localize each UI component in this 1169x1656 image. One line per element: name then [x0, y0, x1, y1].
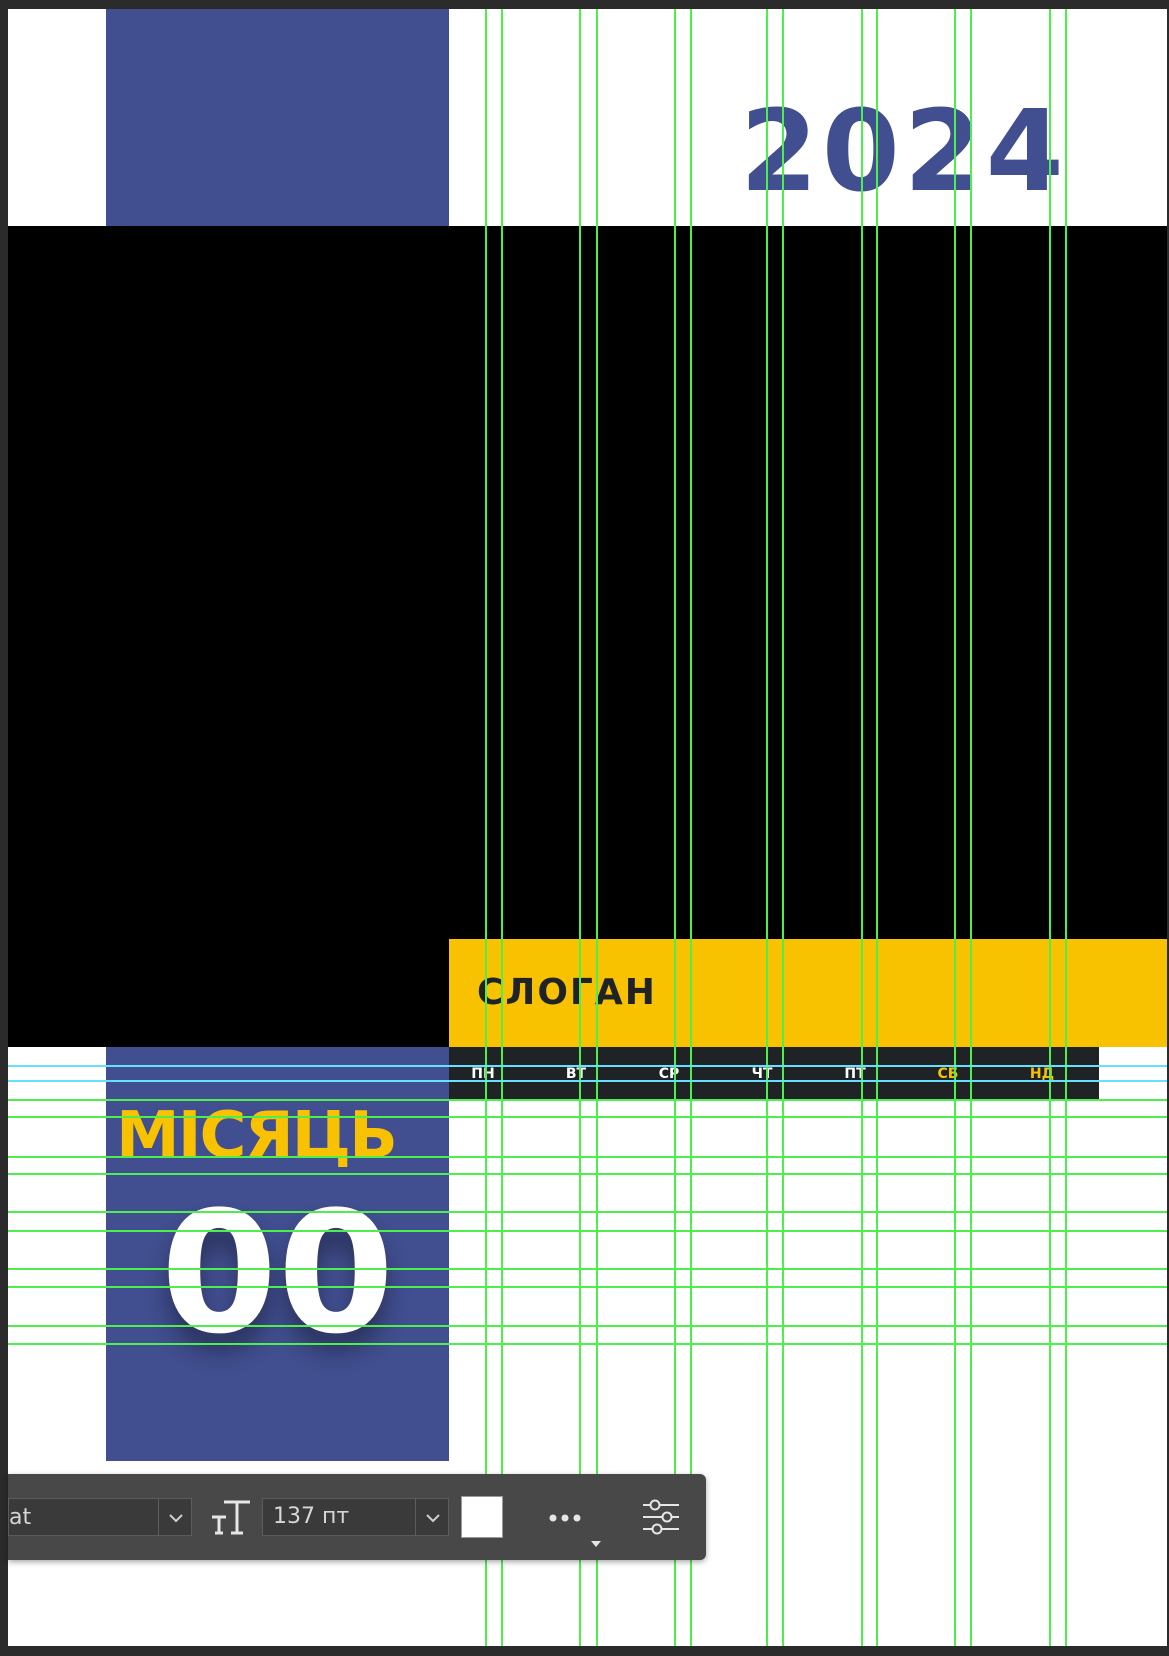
font-size-field[interactable]: 137 пт — [262, 1498, 415, 1536]
more-options-button[interactable] — [540, 1496, 590, 1538]
weekday-label-weekend: СБ — [937, 1066, 959, 1082]
font-family-dropdown-button[interactable] — [158, 1498, 192, 1536]
more-options-icon — [549, 1514, 581, 1522]
weekday-label: ЧТ — [751, 1066, 773, 1082]
caret-down-icon — [591, 1541, 601, 1547]
weekday-label: ПТ — [844, 1066, 866, 1082]
text-color-swatch[interactable] — [461, 1496, 503, 1538]
weekday-label: СР — [658, 1066, 680, 1082]
canvas-frame-top — [0, 0, 1169, 9]
weekday-label: ПН — [471, 1066, 495, 1082]
blue-header-stripe[interactable] — [106, 9, 449, 226]
text-size-icon — [212, 1500, 250, 1535]
canvas-frame-bottom — [0, 1646, 1169, 1656]
photo-placeholder[interactable] — [8, 226, 1167, 1047]
font-family-field[interactable]: at — [8, 1498, 158, 1536]
month-text[interactable]: МІСЯЦЬ — [116, 1100, 442, 1172]
font-size-dropdown-button[interactable] — [415, 1498, 449, 1536]
chevron-down-icon — [426, 1514, 440, 1523]
month-number-text[interactable]: 00 — [106, 1188, 449, 1358]
sliders-icon[interactable] — [640, 1496, 682, 1538]
chevron-down-icon — [169, 1514, 183, 1523]
weekday-label-weekend: НД — [1029, 1066, 1055, 1082]
canvas-frame-left — [0, 0, 8, 1656]
weekday-label: ВТ — [565, 1066, 587, 1082]
slogan-text[interactable]: СЛОГАН — [477, 973, 657, 1013]
year-text[interactable]: 2024 — [740, 96, 1068, 208]
